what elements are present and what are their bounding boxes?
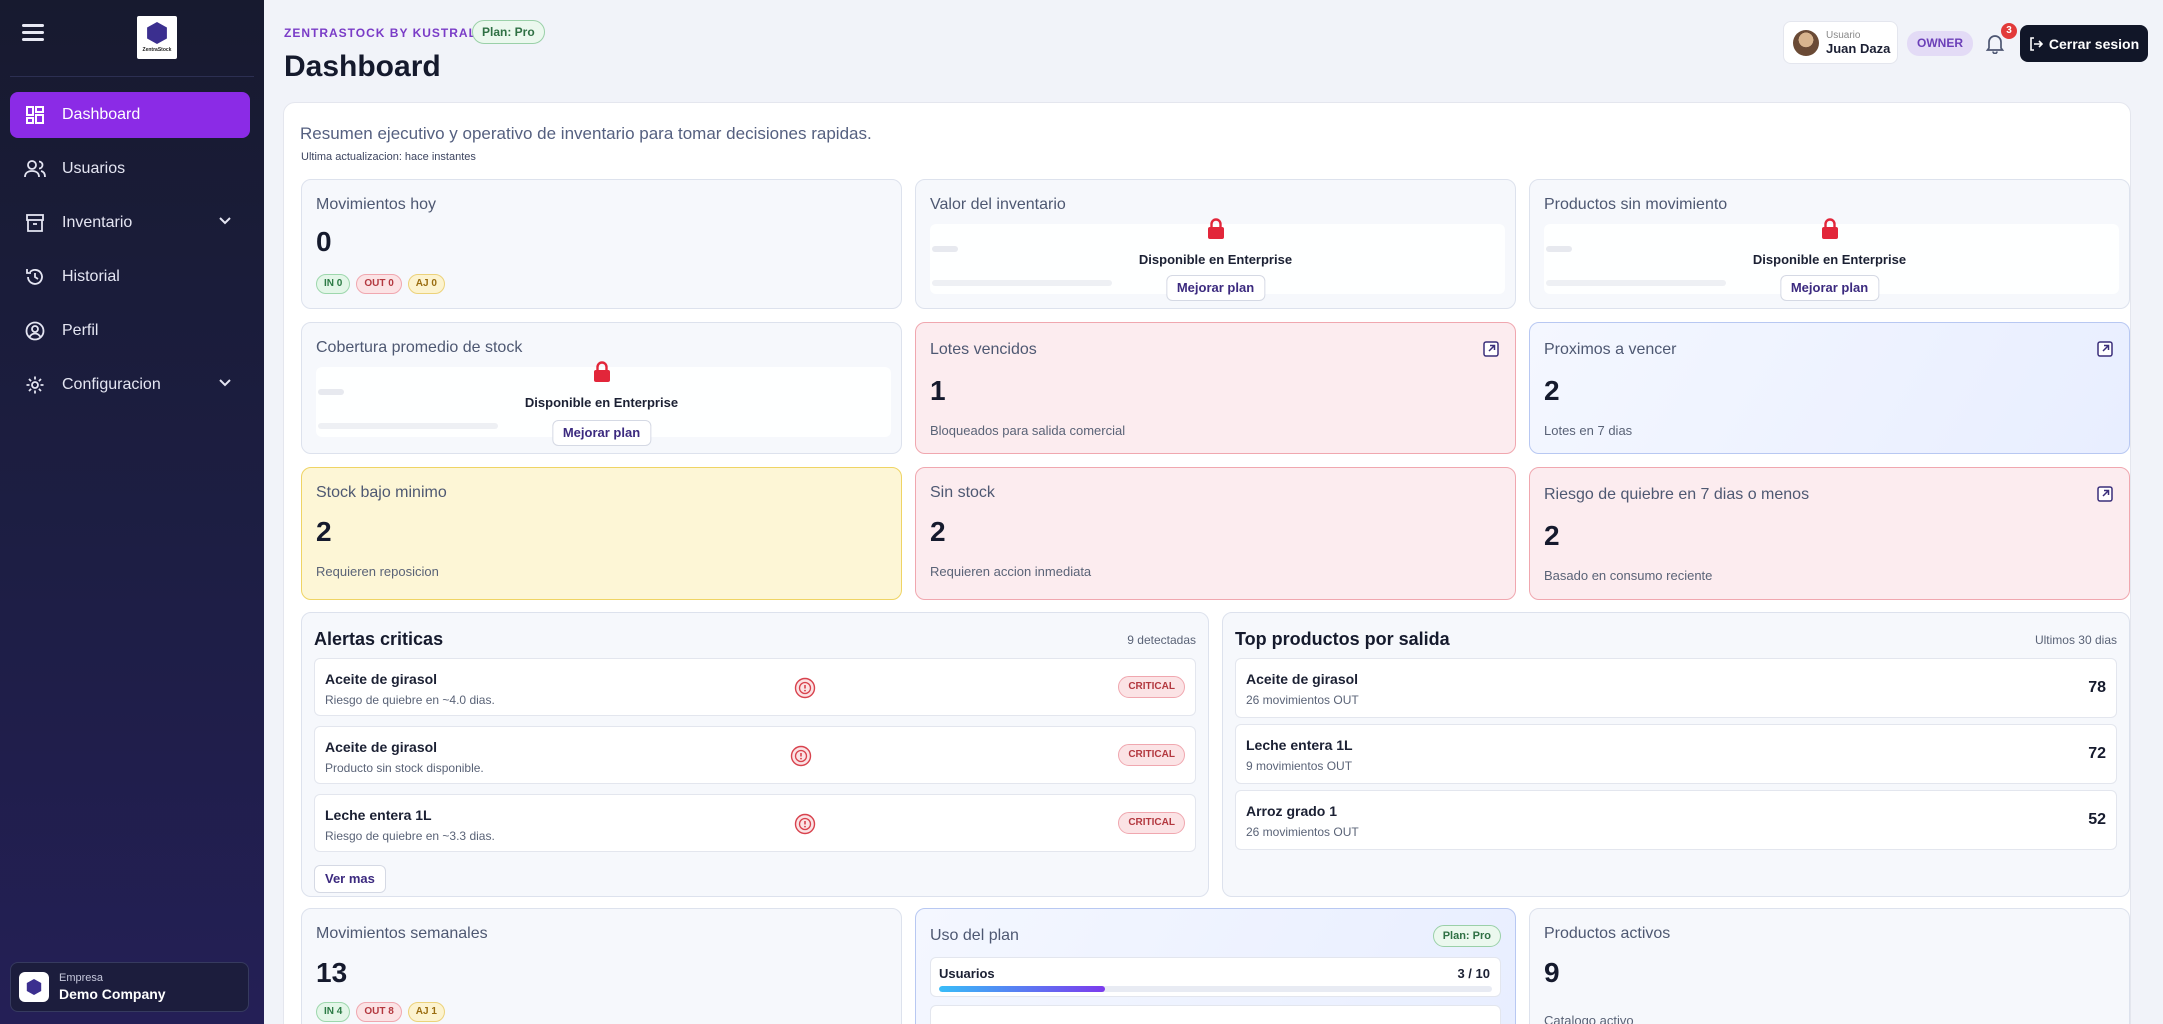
external-link-icon[interactable]	[2097, 341, 2113, 357]
lock-icon	[1207, 218, 1224, 239]
gear-icon	[24, 374, 46, 396]
card-uso-plan: Uso del plan Plan: Pro Usuarios 3 / 10	[915, 908, 1516, 1024]
card-proximos-vencer[interactable]: Proximos a vencer 2 Lotes en 7 dias	[1529, 322, 2130, 454]
card-movimientos-hoy: Movimientos hoy 0 IN 0 OUT 0 AJ 0	[301, 179, 902, 309]
card-cobertura-stock: Cobertura promedio de stock Disponible e…	[301, 322, 902, 454]
alert-row[interactable]: Aceite de girasol Producto sin stock dis…	[314, 726, 1196, 784]
section-title: Alertas criticas	[314, 629, 444, 649]
out-badge: OUT 0	[356, 274, 402, 294]
aj-badge: AJ 0	[407, 274, 445, 294]
critical-badge: CRITICAL	[1118, 744, 1185, 766]
alertas-criticas-panel: Alertas criticas 9 detectadas Aceite de …	[301, 612, 1209, 897]
card-productos-sin-movimiento: Productos sin movimiento Disponible en E…	[1529, 179, 2130, 309]
user-menu[interactable]: Usuario Juan Daza	[1783, 21, 1898, 64]
critical-badge: CRITICAL	[1118, 812, 1185, 834]
top-header: ZENTRASTOCK BY KUSTRAL Plan: Pro Dashboa…	[264, 0, 2163, 90]
top-product-row[interactable]: Leche entera 1L 9 movimientos OUT 72	[1235, 724, 2117, 784]
upgrade-plan-button[interactable]: Mejorar plan	[551, 420, 652, 446]
usage-progress-bar	[939, 986, 1492, 992]
in-badge: IN 4	[316, 1002, 351, 1022]
sidebar-item-label: Configuracion	[62, 376, 161, 393]
page-title: Dashboard	[284, 50, 441, 83]
alert-icon	[794, 677, 816, 699]
last-updated: Ultima actualizacion: hace instantes	[301, 151, 476, 163]
plan-badge: Plan: Pro	[1432, 925, 1501, 947]
app-logo[interactable]: ZentraStock	[137, 16, 177, 59]
card-movimientos-semanales: Movimientos semanales 13 IN 4 OUT 8 AJ 1	[301, 908, 902, 1024]
profile-icon	[24, 320, 46, 342]
user-label: Usuario	[1826, 29, 1861, 41]
dashboard-icon	[24, 104, 46, 126]
users-icon	[24, 158, 46, 180]
sidebar-item-configuracion[interactable]: Configuracion	[10, 362, 250, 408]
sidebar-item-usuarios[interactable]: Usuarios	[10, 146, 250, 192]
card-lotes-vencidos[interactable]: Lotes vencidos 1 Bloqueados para salida …	[915, 322, 1516, 454]
card-stock-bajo-minimo: Stock bajo minimo 2 Requieren reposicion	[301, 467, 902, 600]
card-sin-stock: Sin stock 2 Requieren accion inmediata	[915, 467, 1516, 600]
summary-intro: Resumen ejecutivo y operativo de inventa…	[300, 124, 872, 143]
sidebar-item-dashboard[interactable]: Dashboard	[10, 92, 250, 138]
role-badge: OWNER	[1907, 31, 1973, 56]
alert-row[interactable]: Leche entera 1L Riesgo de quiebre en ~3.…	[314, 794, 1196, 852]
history-icon	[24, 266, 46, 288]
critical-badge: CRITICAL	[1118, 676, 1185, 698]
top-productos-panel: Top productos por salida Ultimos 30 dias…	[1222, 612, 2130, 897]
in-badge: IN 0	[316, 274, 351, 294]
usage-row-productos	[930, 1005, 1501, 1024]
top-product-row[interactable]: Arroz grado 1 26 movimientos OUT 52	[1235, 790, 2117, 850]
card-riesgo-quiebre[interactable]: Riesgo de quiebre en 7 dias o menos 2 Ba…	[1529, 467, 2130, 600]
aj-badge: AJ 1	[407, 1002, 445, 1022]
out-badge: OUT 8	[356, 1002, 402, 1022]
sidebar-divider	[10, 76, 254, 77]
section-title: Top productos por salida	[1235, 629, 1450, 649]
sidebar-nav: Dashboard Usuarios Inventario Historial …	[10, 92, 250, 416]
chevron-down-icon[interactable]	[218, 214, 232, 233]
avatar	[1793, 29, 1819, 56]
inventory-icon	[24, 212, 46, 234]
brand-label: ZENTRASTOCK BY KUSTRAL	[284, 26, 477, 40]
menu-toggle-icon[interactable]	[22, 24, 44, 42]
external-link-icon[interactable]	[1483, 341, 1499, 357]
sidebar-item-historial[interactable]: Historial	[10, 254, 250, 300]
company-name: Demo Company	[59, 986, 166, 1002]
company-label: Empresa	[59, 972, 104, 984]
card-valor-inventario: Valor del inventario Disponible en Enter…	[915, 179, 1516, 309]
card-productos-activos: Productos activos 9 Catalogo activo	[1529, 908, 2130, 1024]
sidebar-item-perfil[interactable]: Perfil	[10, 308, 250, 354]
sidebar-item-label: Historial	[62, 268, 120, 285]
sidebar-item-inventario[interactable]: Inventario	[10, 200, 250, 246]
sidebar-item-label: Perfil	[62, 322, 99, 339]
sidebar-item-label: Usuarios	[62, 160, 126, 177]
external-link-icon[interactable]	[2097, 486, 2113, 502]
sidebar-item-label: Inventario	[62, 214, 133, 231]
period-label: Ultimos 30 dias	[2034, 633, 2117, 647]
company-switcher[interactable]: Empresa Demo Company	[10, 962, 249, 1012]
top-product-row[interactable]: Aceite de girasol 26 movimientos OUT 78	[1235, 658, 2117, 718]
sidebar-item-label: Dashboard	[62, 106, 141, 123]
notification-count-badge: 3	[2001, 23, 2017, 39]
lock-icon	[1821, 218, 1838, 239]
alert-icon	[794, 813, 816, 835]
usage-row-usuarios: Usuarios 3 / 10	[930, 957, 1501, 997]
upgrade-plan-button[interactable]: Mejorar plan	[1165, 275, 1266, 301]
sidebar: ZentraStock Dashboard Usuarios Inventari…	[0, 0, 264, 1024]
company-logo-icon	[19, 972, 49, 1002]
alert-row[interactable]: Aceite de girasol Riesgo de quiebre en ~…	[314, 658, 1196, 716]
logout-button[interactable]: Cerrar sesion	[2020, 25, 2148, 62]
logout-icon	[2030, 36, 2043, 51]
ver-mas-button[interactable]: Ver mas	[314, 865, 386, 893]
plan-badge: Plan: Pro	[472, 20, 545, 44]
alert-icon	[790, 745, 812, 767]
lock-icon	[593, 361, 610, 382]
alert-count: 9 detectadas	[1127, 633, 1196, 647]
user-name: Juan Daza	[1826, 40, 1891, 56]
upgrade-plan-button[interactable]: Mejorar plan	[1779, 275, 1880, 301]
chevron-down-icon[interactable]	[218, 376, 232, 395]
